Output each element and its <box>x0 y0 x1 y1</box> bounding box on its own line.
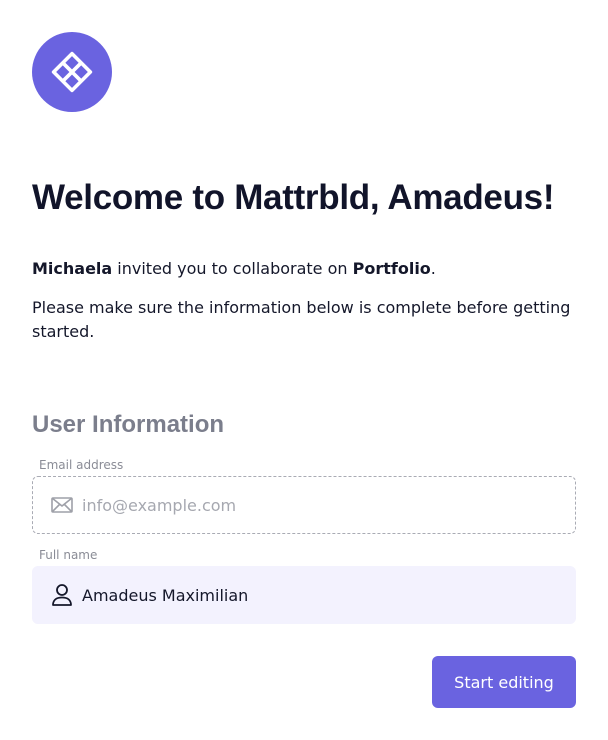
info-note: Please make sure the information below i… <box>32 298 571 341</box>
invite-period: . <box>430 259 436 278</box>
email-label: Email address <box>39 458 124 472</box>
full-name-label: Full name <box>39 548 98 562</box>
email-field[interactable] <box>32 476 576 534</box>
diamond-grid-logo-icon <box>51 51 93 93</box>
invite-text: invited you to collaborate on <box>112 259 353 278</box>
full-name-input[interactable] <box>82 585 552 605</box>
app-logo <box>32 32 112 112</box>
full-name-field[interactable] <box>32 566 576 624</box>
inviter-name: Michaela <box>32 259 113 278</box>
invite-message: Michaela invited you to collaborate on P… <box>32 257 436 281</box>
start-editing-button[interactable]: Start editing <box>432 656 576 708</box>
mail-icon <box>49 492 75 518</box>
email-input[interactable] <box>82 495 552 515</box>
section-title: User Information <box>32 411 225 438</box>
page-title: Welcome to Mattrbld, Amadeus! <box>32 178 555 217</box>
project-name: Portfolio <box>352 259 431 278</box>
user-icon <box>49 582 75 608</box>
